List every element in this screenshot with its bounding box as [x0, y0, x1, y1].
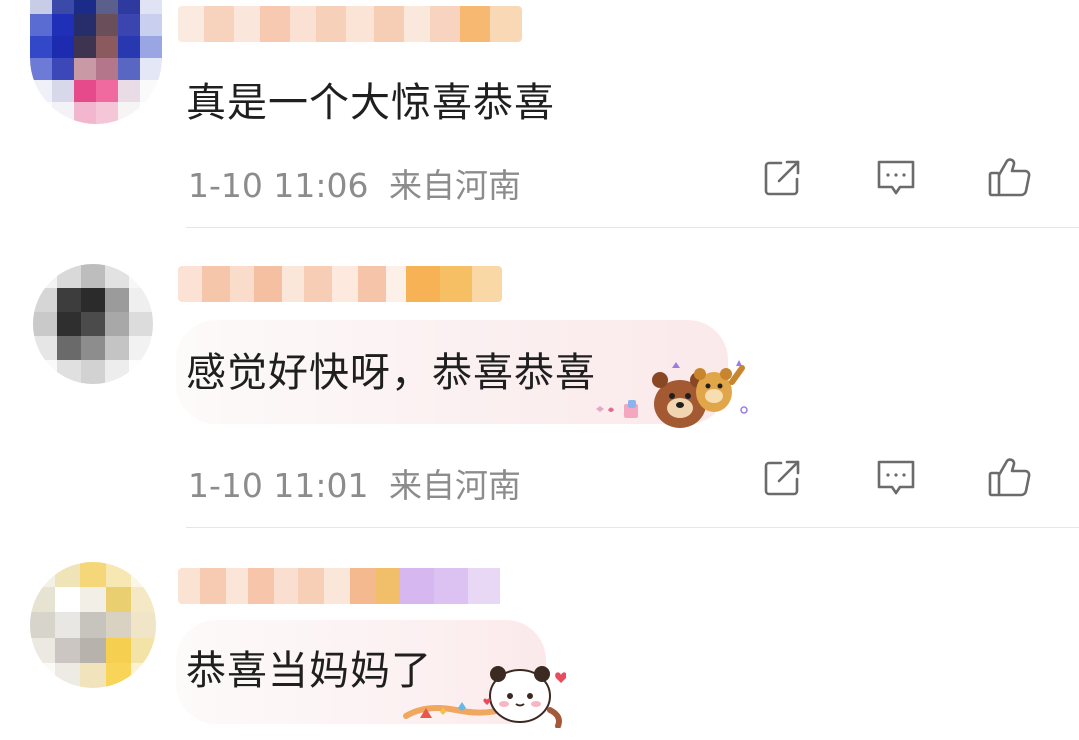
avatar[interactable]: [30, 562, 156, 688]
comment-list: 真是一个大惊喜恭喜 1-10 11:06 来自河南 感觉好快呀，恭喜恭喜 1-1…: [0, 0, 1079, 740]
comment-location: 来自河南: [389, 466, 521, 505]
comment-item: 感觉好快呀，恭喜恭喜 1-10 11:01 来自河南: [0, 228, 1079, 528]
share-icon[interactable]: [758, 454, 806, 502]
comment-meta: 1-10 11:01 来自河南: [188, 459, 521, 507]
avatar[interactable]: [30, 0, 162, 124]
comment-text: 真是一个大惊喜恭喜: [186, 80, 555, 126]
comment-time: 1-10 11:01: [188, 466, 369, 505]
panda-sticker: [400, 658, 567, 732]
thumbs-up-icon[interactable]: [986, 452, 1034, 500]
username[interactable]: [178, 266, 502, 302]
avatar[interactable]: [33, 264, 153, 384]
comment-item: 恭喜当妈妈了: [0, 528, 1079, 740]
comment-time: 1-10 11:06: [188, 166, 369, 205]
comment-icon[interactable]: [872, 154, 920, 202]
username[interactable]: [178, 6, 522, 42]
thumbs-up-icon[interactable]: [986, 152, 1034, 200]
bear-sticker: [594, 358, 750, 434]
comment-item: 真是一个大惊喜恭喜 1-10 11:06 来自河南: [0, 0, 1079, 228]
share-icon[interactable]: [758, 154, 806, 202]
comment-location: 来自河南: [389, 166, 521, 205]
comment-icon[interactable]: [872, 454, 920, 502]
comment-meta: 1-10 11:06 来自河南: [188, 159, 521, 207]
comment-text: 恭喜当妈妈了: [186, 648, 432, 694]
comment-text: 感觉好快呀，恭喜恭喜: [186, 350, 596, 396]
username[interactable]: [178, 568, 504, 604]
